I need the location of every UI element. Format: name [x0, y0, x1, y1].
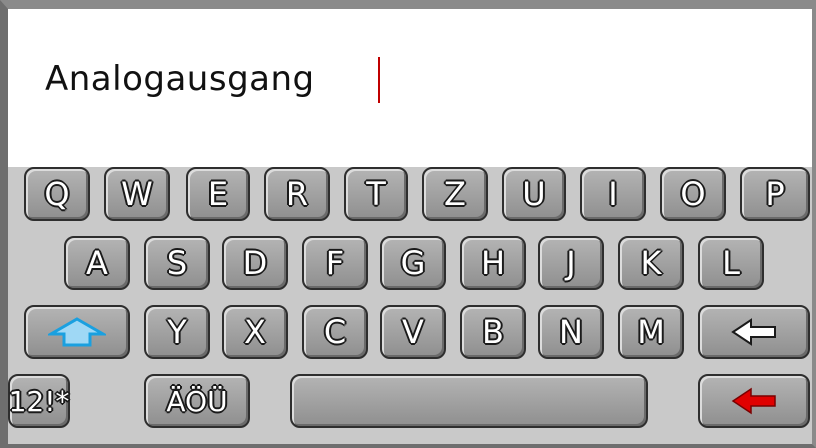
key-s[interactable]: S [144, 236, 210, 290]
shift-key[interactable] [24, 305, 130, 359]
key-z[interactable]: Z [422, 167, 488, 221]
text-cursor [378, 57, 380, 103]
backspace-key[interactable] [698, 305, 810, 359]
on-screen-keyboard: Q W E R T Z U I O P A S D F G H J K L Y X C V B N M 12!* ÄÖÜ [8, 167, 812, 444]
numbers-key[interactable]: 12!* [8, 374, 70, 428]
shift-up-arrow-icon [48, 317, 106, 347]
left-arrow-icon [731, 318, 776, 346]
umlaut-key[interactable]: ÄÖÜ [144, 374, 250, 428]
enter-key[interactable] [698, 374, 810, 428]
space-key[interactable] [290, 374, 648, 428]
key-y[interactable]: Y [144, 305, 210, 359]
key-b[interactable]: B [460, 305, 526, 359]
key-w[interactable]: W [104, 167, 170, 221]
key-p[interactable]: P [740, 167, 810, 221]
key-x[interactable]: X [222, 305, 288, 359]
key-d[interactable]: D [222, 236, 288, 290]
key-o[interactable]: O [660, 167, 726, 221]
key-j[interactable]: J [538, 236, 604, 290]
text-input-area[interactable]: Analogausgang [8, 9, 812, 167]
key-u[interactable]: U [502, 167, 566, 221]
key-t[interactable]: T [344, 167, 408, 221]
key-g[interactable]: G [380, 236, 446, 290]
key-a[interactable]: A [64, 236, 130, 290]
key-n[interactable]: N [538, 305, 604, 359]
input-text: Analogausgang [45, 59, 315, 99]
key-k[interactable]: K [618, 236, 684, 290]
key-v[interactable]: V [380, 305, 446, 359]
key-f[interactable]: F [302, 236, 368, 290]
key-r[interactable]: R [264, 167, 330, 221]
key-e[interactable]: E [186, 167, 250, 221]
key-l[interactable]: L [698, 236, 764, 290]
red-left-arrow-icon [731, 387, 776, 415]
key-i[interactable]: I [580, 167, 646, 221]
key-m[interactable]: M [618, 305, 684, 359]
key-q[interactable]: Q [24, 167, 90, 221]
key-c[interactable]: C [302, 305, 368, 359]
key-h[interactable]: H [460, 236, 526, 290]
